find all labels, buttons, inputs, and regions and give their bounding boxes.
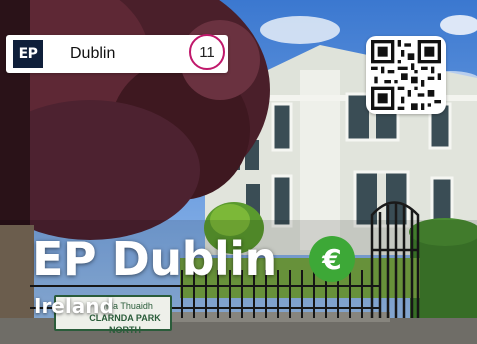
logo-badge: EP	[13, 40, 43, 68]
destination-title: EP Dublin	[32, 232, 277, 286]
qr-code-graphic	[371, 40, 441, 110]
country-label: Ireland	[34, 294, 114, 318]
qr-code-icon[interactable]	[366, 36, 446, 114]
destination-card[interactable]: EP Dublin 11 EP Dublin € nda Thuaidh CLA…	[0, 0, 477, 344]
count-badge[interactable]: 11	[189, 34, 225, 70]
euro-icon: €	[309, 236, 355, 282]
